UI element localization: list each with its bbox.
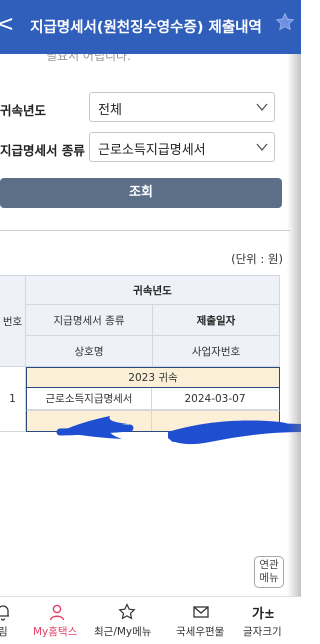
related-menu-line2: 메뉴 bbox=[259, 572, 279, 584]
col-header-no: 번호 bbox=[0, 275, 26, 367]
page-title: 지급명세서(원천징수영수증) 제출내역 bbox=[30, 20, 262, 36]
col-header-no-text: 번호 bbox=[2, 315, 23, 328]
related-menu-line1: 연관 bbox=[259, 559, 279, 571]
type-select-value: 근로소득지급명세서 bbox=[98, 143, 206, 158]
year-label: 귀속년도 bbox=[0, 103, 47, 118]
edge-shadow bbox=[287, 54, 301, 644]
nav-item-my-hometax[interactable]: My홈택스 bbox=[30, 597, 84, 644]
unit-label: (단위 : 원) bbox=[231, 252, 283, 266]
col-header-bizno: 사업자번호 bbox=[153, 336, 280, 367]
year-row: 귀속년도 전체 bbox=[0, 92, 290, 124]
col-header-date-text: 제출일자 bbox=[196, 314, 236, 327]
row-number: 1 bbox=[9, 393, 16, 405]
hint-text: 필요서 어립니다. bbox=[46, 54, 131, 63]
col-header-date: 제출일자 bbox=[153, 305, 280, 336]
app-header: < 지급명세서(원천징수영수증) 제출내역 bbox=[0, 0, 301, 54]
person-icon bbox=[49, 604, 65, 621]
type-row: 지급명세서 종류 근로소득지급명세서 bbox=[0, 132, 290, 164]
redaction-scribble bbox=[56, 416, 301, 445]
search-button[interactable]: 조회 bbox=[0, 178, 282, 208]
chevron-down-icon bbox=[256, 143, 268, 152]
col-header-year: 귀속년도 bbox=[26, 275, 280, 305]
row-type-cell: 근로소득지급명세서 bbox=[27, 388, 152, 410]
related-menu-button[interactable]: 연관 메뉴 bbox=[254, 556, 284, 588]
col-header-type: 지급명세서 종류 bbox=[26, 305, 153, 336]
year-group-text: 2023 귀속 bbox=[128, 372, 178, 384]
bell-icon bbox=[0, 605, 9, 621]
scrolled-hint-text: 필요서 어립니다. bbox=[0, 54, 301, 68]
nav-item-alarm[interactable]: 림 bbox=[0, 597, 24, 644]
col-header-company: 상호명 bbox=[26, 336, 153, 367]
favorite-star-icon[interactable] bbox=[275, 12, 295, 32]
section-divider bbox=[0, 230, 290, 231]
row-date: 2024-03-07 bbox=[184, 392, 246, 405]
col-header-type-text: 지급명세서 종류 bbox=[53, 314, 125, 327]
year-select-value: 전체 bbox=[98, 103, 122, 118]
col-header-company-text: 상호명 bbox=[74, 345, 104, 358]
table-row[interactable]: 근로소득지급명세서 2024-03-07 bbox=[26, 388, 280, 410]
row-type: 근로소득지급명세서 bbox=[45, 393, 133, 405]
row-date-cell: 2024-03-07 bbox=[152, 388, 278, 410]
row-number-cell: 1 bbox=[0, 367, 26, 432]
envelope-icon bbox=[193, 606, 209, 618]
year-select[interactable]: 전체 bbox=[89, 92, 275, 122]
type-label: 지급명세서 종류 bbox=[0, 143, 85, 158]
back-button[interactable]: < bbox=[0, 12, 14, 37]
col-header-year-text: 귀속년도 bbox=[133, 284, 172, 297]
nav-label-font-size: 글자크기 bbox=[243, 626, 282, 638]
bottom-nav: 림 My홈택스 최근/My메뉴 국세우편물 가± 글자크기 bbox=[0, 596, 301, 644]
text-size-icon: 가± bbox=[252, 607, 275, 622]
type-select[interactable]: 근로소득지급명세서 bbox=[89, 132, 275, 162]
star-icon bbox=[118, 603, 136, 620]
year-group-row: 2023 귀속 bbox=[26, 367, 280, 388]
nav-item-mail[interactable]: 국세우편물 bbox=[172, 597, 230, 644]
nav-label-mail: 국세우편물 bbox=[176, 626, 225, 638]
nav-label-recent: 최근/My메뉴 bbox=[94, 626, 152, 638]
nav-label-my-hometax: My홈택스 bbox=[33, 626, 78, 638]
nav-item-recent[interactable]: 최근/My메뉴 bbox=[94, 597, 160, 644]
col-header-bizno-text: 사업자번호 bbox=[191, 345, 241, 358]
chevron-down-icon bbox=[256, 103, 268, 112]
nav-label-alarm: 림 bbox=[0, 626, 8, 638]
nav-item-font-size[interactable]: 가± 글자크기 bbox=[240, 597, 290, 644]
